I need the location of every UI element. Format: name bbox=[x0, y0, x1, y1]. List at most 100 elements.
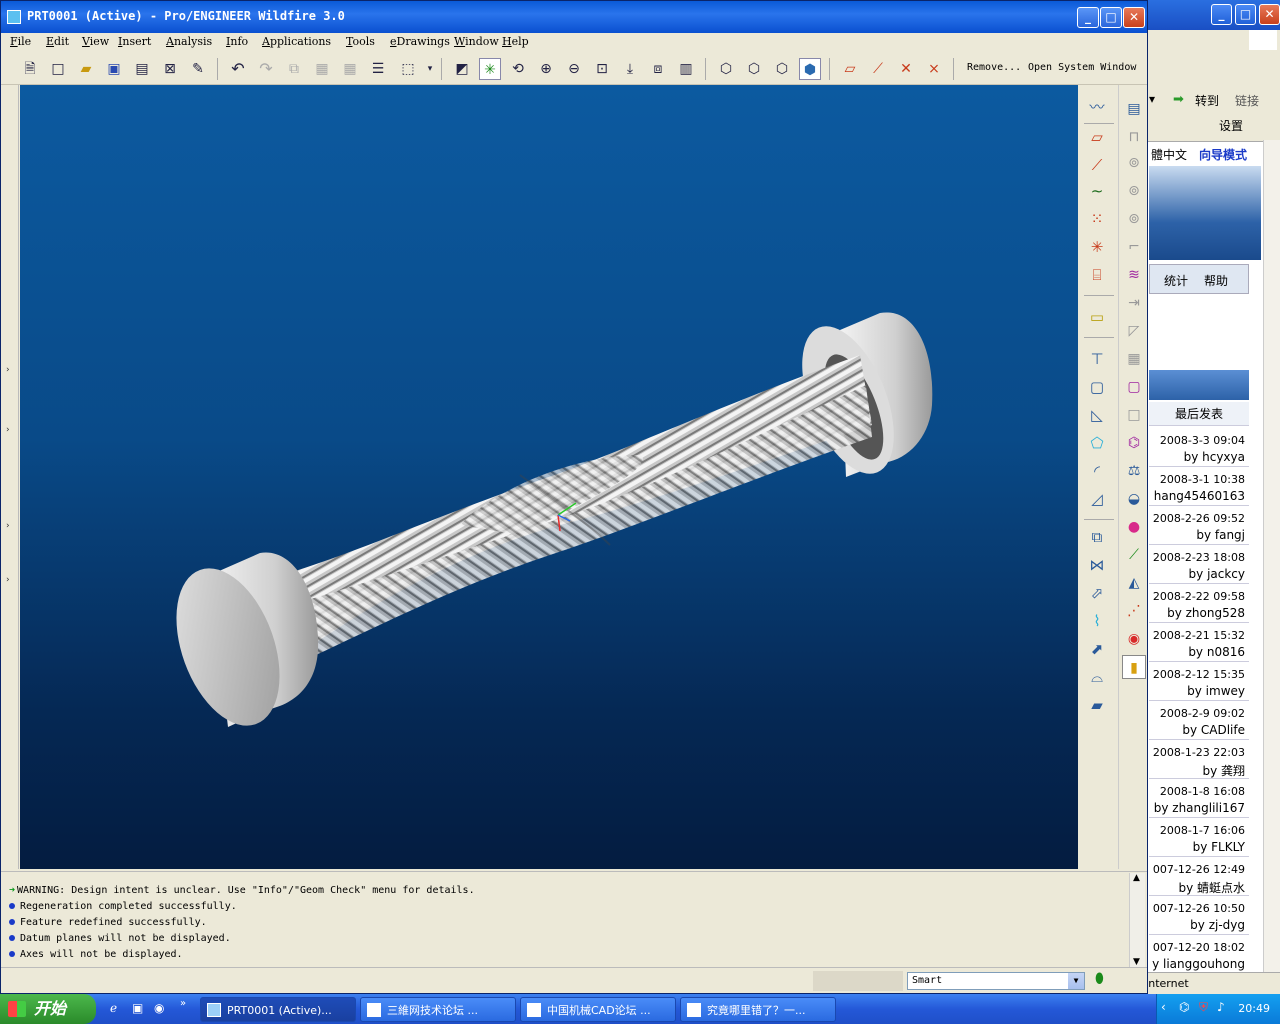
post-author[interactable]: by CADlife bbox=[1182, 723, 1245, 737]
scroll-down-icon[interactable]: ▼ bbox=[1133, 957, 1140, 967]
post-author[interactable]: by fangj bbox=[1196, 528, 1245, 542]
datum-point-icon[interactable]: ⁙ bbox=[1084, 207, 1110, 231]
measure-icon[interactable]: ◭ bbox=[1122, 571, 1146, 595]
draft-icon[interactable]: ⬠ bbox=[1084, 431, 1110, 455]
file-properties-icon[interactable]: 🗎 bbox=[19, 58, 41, 80]
taskbar-item-browser-1[interactable]: 三維网技术论坛 ... bbox=[360, 997, 516, 1022]
round-icon[interactable]: ◜ bbox=[1084, 459, 1110, 483]
browser-close-button[interactable]: ✕ bbox=[1259, 4, 1280, 25]
scroll-up-icon[interactable]: ▲ bbox=[1133, 873, 1140, 883]
chevron-down-icon[interactable]: ▼ bbox=[1068, 973, 1084, 989]
menu-view[interactable]: View bbox=[82, 35, 109, 48]
go-arrow-icon[interactable]: ➡ bbox=[1173, 92, 1184, 107]
post-author[interactable]: hang45460163 bbox=[1154, 489, 1245, 503]
placeholder-icon[interactable]: □ bbox=[1122, 403, 1146, 427]
forum-post-row[interactable]: 2008-1-7 16:06 by FLKLY bbox=[1149, 818, 1249, 857]
forum-post-row[interactable]: 2008-1-8 16:08 by zhanglili167 bbox=[1149, 779, 1249, 818]
undo-icon[interactable]: ↶ bbox=[227, 58, 249, 80]
goto-button[interactable]: 转到 bbox=[1195, 92, 1219, 109]
spin-center-icon[interactable]: ✳ bbox=[479, 58, 501, 80]
minimize-button[interactable]: _ bbox=[1077, 7, 1099, 28]
forum-post-row[interactable]: 2008-2-26 09:52 by fangj bbox=[1149, 506, 1249, 545]
menu-analysis[interactable]: Analysis bbox=[166, 35, 212, 48]
helical-sweep-icon[interactable]: ⌬ bbox=[1122, 431, 1146, 455]
settings-button[interactable]: 设置 bbox=[1219, 117, 1243, 134]
selection-box-icon[interactable]: ⬚ bbox=[397, 58, 419, 80]
sweep-icon[interactable]: ⊚ bbox=[1122, 179, 1146, 203]
paste-icon[interactable]: ▦ bbox=[311, 58, 333, 80]
expand-arrow-icon[interactable]: › bbox=[6, 425, 10, 435]
network-tray-icon[interactable]: ⌬ bbox=[1179, 1000, 1189, 1014]
shell-icon[interactable]: ▢ bbox=[1084, 375, 1110, 399]
group-icon[interactable]: ▢ bbox=[1122, 375, 1146, 399]
quicklaunch-more-icon[interactable]: » bbox=[180, 998, 186, 1009]
post-author[interactable]: by 蜻蜓点水 bbox=[1178, 879, 1245, 896]
paste-special-icon[interactable]: ▦ bbox=[339, 58, 361, 80]
forum-post-row[interactable]: 2008-3-1 10:38 hang45460163 bbox=[1149, 467, 1249, 506]
copy-feature-icon[interactable]: ⧉ bbox=[1084, 525, 1110, 549]
forum-post-row[interactable]: 2008-1-23 22:03 by 龚翔 bbox=[1149, 740, 1249, 779]
links-label[interactable]: 链接 bbox=[1235, 92, 1259, 109]
weight-icon[interactable]: ⚖ bbox=[1122, 459, 1146, 483]
volume-tray-icon[interactable]: ♪ bbox=[1217, 1000, 1225, 1014]
shading-icon[interactable]: ⬢ bbox=[799, 58, 821, 80]
post-author[interactable]: y lianggouhong bbox=[1152, 957, 1245, 971]
menu-info[interactable]: Info bbox=[226, 35, 248, 48]
stats-link[interactable]: 统计 bbox=[1164, 272, 1188, 289]
post-author[interactable]: by jackcy bbox=[1189, 567, 1245, 581]
offset-icon[interactable]: ⌓ bbox=[1084, 665, 1110, 689]
chevron-down-icon[interactable]: ▾ bbox=[419, 58, 441, 80]
open-folder-icon[interactable]: ▰ bbox=[75, 58, 97, 80]
forum-post-row[interactable]: 2008-2-23 18:08 by jackcy bbox=[1149, 545, 1249, 584]
redo-icon[interactable]: ↷ bbox=[255, 58, 277, 80]
orient-mode-icon[interactable]: ⟲ bbox=[507, 58, 529, 80]
appearance-icon[interactable]: ◒ bbox=[1122, 487, 1146, 511]
close-window-icon[interactable]: ⊠ bbox=[159, 58, 181, 80]
menu-file[interactable]: File bbox=[10, 35, 31, 48]
forum-post-row[interactable]: 007-12-20 18:02 y lianggouhong bbox=[1149, 935, 1249, 974]
trim-icon[interactable]: ⌇ bbox=[1084, 609, 1110, 633]
annotation-icon[interactable]: ▭ bbox=[1084, 305, 1110, 329]
regenerate-icon[interactable]: ☰ bbox=[367, 58, 389, 80]
refit-icon[interactable]: ⊡ bbox=[591, 58, 613, 80]
color-bars-icon[interactable]: ▮ bbox=[1122, 655, 1146, 679]
wireframe-icon[interactable]: ⬡ bbox=[715, 58, 737, 80]
solidworks-quicklaunch-icon[interactable]: ▣ bbox=[132, 1001, 143, 1015]
message-scrollbar[interactable]: ▲ ▼ bbox=[1129, 873, 1145, 967]
edit-icon[interactable]: ✎ bbox=[187, 58, 209, 80]
menu-edrawings[interactable]: eDrawings bbox=[390, 35, 450, 48]
tray-expand-icon[interactable]: ‹ bbox=[1161, 1000, 1166, 1014]
forum-post-row[interactable]: 2008-2-22 09:58 by zhong528 bbox=[1149, 584, 1249, 623]
save-icon[interactable]: ▣ bbox=[103, 58, 125, 80]
open-system-window-button[interactable]: Open System Window bbox=[1028, 62, 1136, 73]
post-author[interactable]: by hcyxya bbox=[1184, 450, 1245, 464]
close-button[interactable]: ✕ bbox=[1123, 7, 1145, 28]
expand-arrow-icon[interactable]: › bbox=[6, 521, 10, 531]
datum-plane-display-icon[interactable]: ▱ bbox=[839, 58, 861, 80]
merge-icon[interactable]: ⬀ bbox=[1084, 581, 1110, 605]
expand-arrow-icon[interactable]: › bbox=[6, 575, 10, 585]
boundary-blend-icon[interactable]: ≋ bbox=[1122, 263, 1146, 287]
graphics-viewport[interactable] bbox=[20, 85, 1078, 869]
menu-edit[interactable]: Edit bbox=[46, 35, 69, 48]
extrude-icon[interactable]: ⊓ bbox=[1122, 125, 1146, 149]
forum-post-row[interactable]: 2008-2-9 09:02 by CADlife bbox=[1149, 701, 1249, 740]
datum-axis-display-icon[interactable]: ⟋ bbox=[867, 58, 889, 80]
curvature-icon[interactable]: ⋰ bbox=[1122, 599, 1146, 623]
mirror-icon[interactable]: ⋈ bbox=[1084, 553, 1110, 577]
selection-filter-dropdown[interactable]: Smart ▼ bbox=[907, 972, 1085, 990]
post-author[interactable]: by 龚翔 bbox=[1202, 762, 1245, 779]
menu-tools[interactable]: Tools bbox=[346, 35, 375, 48]
forum-post-row[interactable]: 007-12-26 12:49 by 蜻蜓点水 bbox=[1149, 857, 1249, 896]
forum-post-row[interactable]: 007-12-26 10:50 by zj-dyg bbox=[1149, 896, 1249, 935]
analysis-icon[interactable]: ⟋ bbox=[1122, 543, 1146, 567]
revolve-icon[interactable]: ⊚ bbox=[1122, 151, 1146, 175]
render-icon[interactable]: ◉ bbox=[1122, 627, 1146, 651]
hidden-line-icon[interactable]: ⬡ bbox=[743, 58, 765, 80]
post-author[interactable]: by zj-dyg bbox=[1190, 918, 1245, 932]
analysis-feature-icon[interactable]: ⌸ bbox=[1084, 263, 1110, 287]
post-author[interactable]: by imwey bbox=[1187, 684, 1245, 698]
security-tray-icon[interactable]: ⛨ bbox=[1199, 1000, 1208, 1015]
style-icon[interactable]: ◸ bbox=[1122, 319, 1146, 343]
menu-help[interactable]: Help bbox=[502, 35, 529, 48]
